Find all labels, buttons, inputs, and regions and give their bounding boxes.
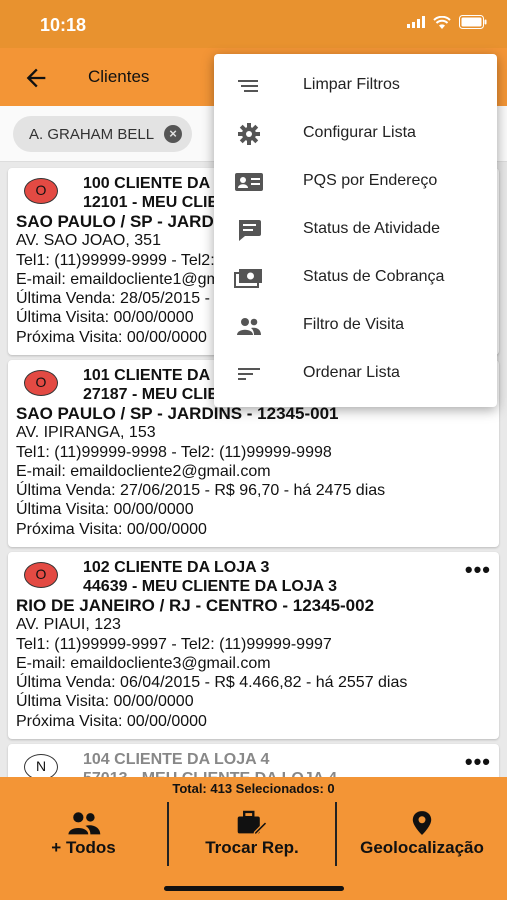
- options-menu: Limpar Filtros Configurar Lista PQS por …: [214, 54, 497, 407]
- more-options-icon[interactable]: •••: [465, 559, 491, 581]
- client-phones: Tel1: (11)99999-9997 - Tel2: (11)99999-9…: [16, 635, 332, 653]
- client-address: AV. PIAUI, 123: [16, 616, 121, 634]
- menu-item-label: Limpar Filtros: [303, 76, 400, 93]
- client-next-visit: Próxima Visita: 00/00/0000: [16, 520, 207, 538]
- client-email: E-mail: emaildocliente2@gmail.com: [16, 462, 271, 480]
- people-icon: [67, 812, 100, 835]
- menu-item-sort-list[interactable]: Ordenar Lista: [214, 350, 497, 398]
- client-last-sale: Última Venda: 27/06/2015 - R$ 96,70 - há…: [16, 482, 386, 500]
- menu-item-label: Configurar Lista: [303, 124, 416, 141]
- menu-item-label: Filtro de Visita: [303, 316, 405, 333]
- client-card[interactable]: O ••• 102 CLIENTE DA LOJA 3 44639 - MEU …: [8, 552, 499, 739]
- money-icon: [234, 269, 262, 288]
- wifi-icon: [433, 15, 451, 29]
- menu-item-billing-status[interactable]: Status de Cobrança: [214, 254, 497, 302]
- client-last-visit: Última Visita: 00/00/0000: [16, 693, 194, 711]
- home-indicator: [164, 886, 344, 891]
- battery-icon: [459, 15, 487, 29]
- geolocation-label: Geolocalização: [360, 838, 484, 857]
- status-bar: 10:18: [0, 0, 507, 48]
- status-badge: O: [24, 178, 58, 204]
- menu-item-clear-filters[interactable]: Limpar Filtros: [214, 62, 497, 110]
- menu-item-pqs-by-address[interactable]: PQS por Endereço: [214, 158, 497, 206]
- menu-item-label: PQS por Endereço: [303, 172, 438, 189]
- client-next-visit: Próxima Visita: 00/00/0000: [16, 712, 207, 730]
- client-name: 104 CLIENTE DA LOJA 4: [83, 751, 270, 768]
- status-badge: O: [24, 370, 58, 396]
- client-code: 57013 - MEU CLIENTE DA LOJA 4: [83, 769, 337, 777]
- people-icon: [237, 318, 261, 335]
- client-card[interactable]: N ••• 104 CLIENTE DA LOJA 4 57013 - MEU …: [8, 744, 499, 777]
- select-all-label: + Todos: [51, 838, 116, 857]
- gear-icon: [238, 123, 260, 145]
- geolocation-button[interactable]: Geolocalização: [337, 802, 507, 866]
- signal-icon: [407, 16, 425, 28]
- filter-chip-label: A. GRAHAM BELL: [29, 125, 155, 143]
- client-code: 44639 - MEU CLIENTE DA LOJA 3: [83, 578, 337, 595]
- briefcase-edit-icon: [237, 810, 268, 836]
- clear-filter-icon: [238, 80, 258, 92]
- menu-item-configure-list[interactable]: Configurar Lista: [214, 110, 497, 158]
- status-icons: [407, 15, 487, 29]
- menu-item-label: Status de Atividade: [303, 220, 440, 237]
- client-name: 102 CLIENTE DA LOJA 3: [83, 559, 270, 576]
- sort-icon: [238, 368, 260, 380]
- select-all-button[interactable]: + Todos: [0, 802, 167, 866]
- contact-card-icon: [235, 173, 263, 191]
- change-rep-label: Trocar Rep.: [205, 838, 299, 857]
- client-last-sale: Última Venda: 06/04/2015 - R$ 4.466,82 -…: [16, 674, 408, 692]
- filter-chip[interactable]: A. GRAHAM BELL ×: [13, 116, 193, 152]
- client-city: RIO DE JANEIRO / RJ - CENTRO - 12345-002: [16, 596, 375, 615]
- more-options-icon[interactable]: •••: [465, 751, 491, 773]
- client-last-visit: Última Visita: 00/00/0000: [16, 501, 194, 519]
- map-pin-icon: [412, 811, 432, 835]
- total-summary: Total: 413 Selecionados: 0: [0, 777, 507, 802]
- client-address: AV. IPIRANGA, 153: [16, 424, 156, 442]
- menu-item-activity-status[interactable]: Status de Atividade: [214, 206, 497, 254]
- comment-icon: [239, 220, 261, 241]
- page-title: Clientes: [88, 67, 150, 86]
- client-email: E-mail: emaildocliente3@gmail.com: [16, 654, 271, 672]
- menu-item-visit-filter[interactable]: Filtro de Visita: [214, 302, 497, 350]
- menu-item-label: Status de Cobrança: [303, 268, 445, 285]
- change-rep-button[interactable]: Trocar Rep.: [169, 802, 335, 866]
- back-arrow-icon: [26, 68, 46, 88]
- close-icon[interactable]: ×: [164, 125, 183, 143]
- status-time: 10:18: [40, 15, 87, 35]
- status-badge: O: [24, 562, 58, 588]
- menu-item-label: Ordenar Lista: [303, 364, 400, 381]
- back-button[interactable]: [22, 64, 50, 92]
- client-phones: Tel1: (11)99999-9998 - Tel2: (11)99999-9…: [16, 443, 332, 461]
- status-badge: N: [24, 754, 58, 777]
